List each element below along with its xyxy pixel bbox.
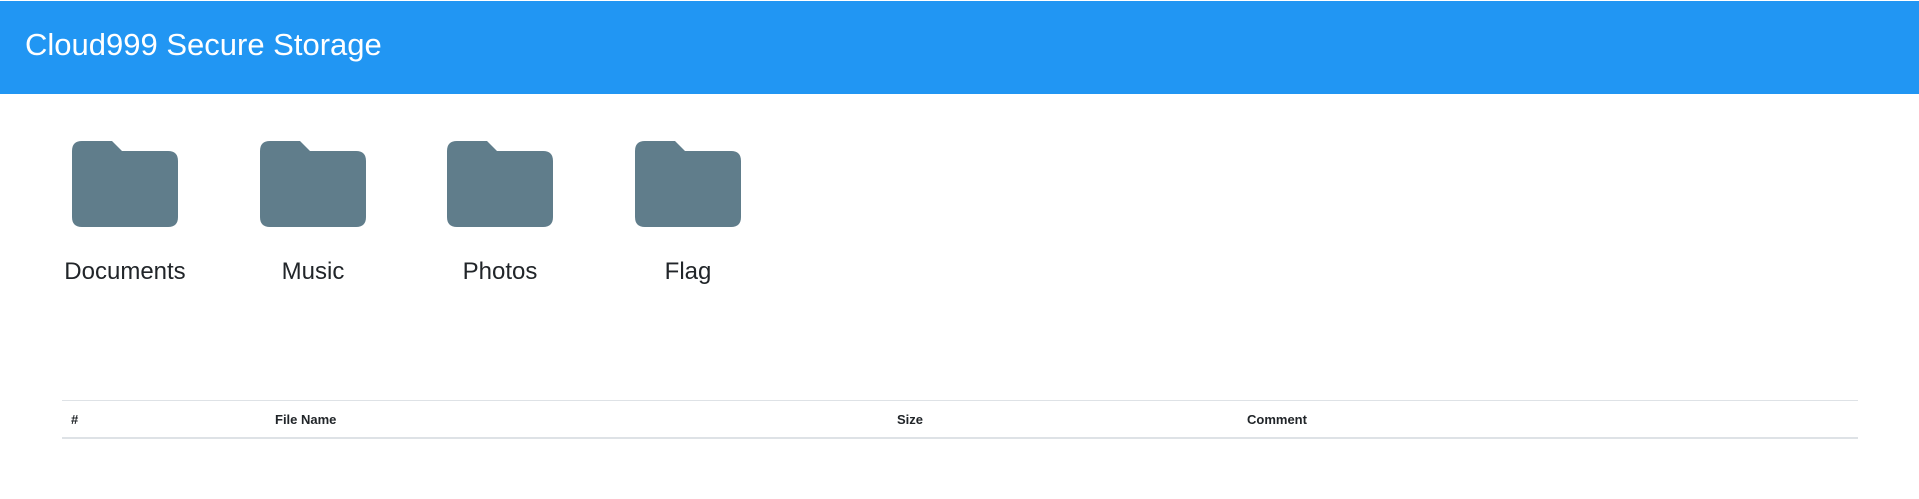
app-title: Cloud999 Secure Storage: [25, 27, 382, 62]
folder-icon: [72, 141, 178, 227]
folder-music[interactable]: Music: [233, 141, 393, 291]
column-header-comment: Comment: [1247, 411, 1307, 427]
column-header-size: Size: [897, 411, 924, 427]
column-header-file-name: File Name: [275, 411, 337, 427]
folder-photos[interactable]: Photos: [420, 141, 580, 291]
folder-label: Documents: [64, 258, 186, 285]
folder-icon: [447, 141, 553, 227]
folder-icon: [260, 141, 366, 227]
folder-label: Music: [281, 258, 345, 285]
folder-documents[interactable]: Documents: [45, 141, 205, 291]
folder-label: Photos: [462, 258, 538, 285]
file-table: # File Name Size Comment: [62, 400, 1858, 439]
column-header-index: #: [71, 411, 79, 427]
folder-flag[interactable]: Flag: [608, 141, 768, 291]
folder-label: Flag: [664, 258, 712, 285]
folder-icon: [635, 141, 741, 227]
table-header-row: # File Name Size Comment: [62, 400, 1858, 438]
header-bar: Cloud999 Secure Storage: [0, 1, 1919, 94]
